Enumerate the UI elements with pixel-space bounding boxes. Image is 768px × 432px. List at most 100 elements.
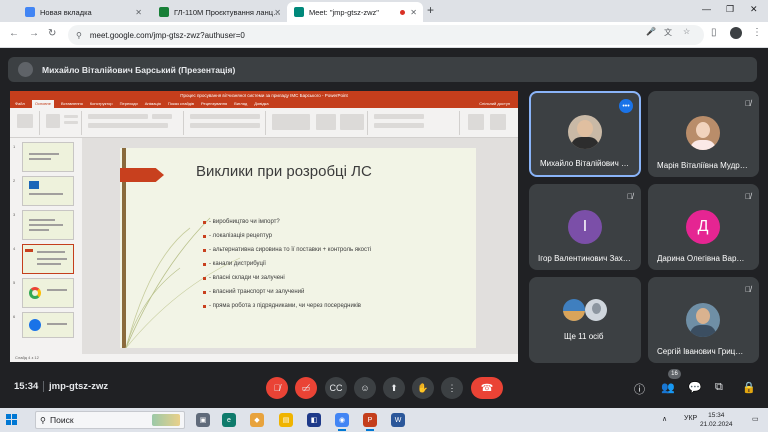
slide-thumbnails: 1 2 3 4 5 6 [10,138,82,354]
windows-start-icon[interactable] [6,414,17,425]
participant-avatar [585,299,607,321]
browser-tab-docs[interactable]: ГЛ-110М Проєктування ланц… ✕ [152,2,287,22]
url-text: meet.google.com/jmp-gtsz-zwz?authuser=0 [89,30,245,40]
thumb-tag [25,249,33,252]
camera-off-icon[interactable]: ▭̸ [295,377,317,399]
chrome-icon[interactable]: ◉ [335,413,349,431]
translate-icon[interactable]: 文 [664,27,672,38]
store-icon[interactable]: ◧ [307,413,321,427]
slide-bullet: - власний транспорт чи залучений [203,289,304,295]
app-icon[interactable]: ◆ [250,413,264,427]
search-highlight-image [152,414,180,426]
profile-avatar[interactable] [730,27,742,39]
meeting-time: 15:34 [14,381,39,392]
participant-tile[interactable]: І 🎙̸ Ігор Валентинович Зах… [529,184,641,270]
bullet-text: - альтернативна сировина то її поставки … [209,247,372,253]
chart-mark [29,319,41,331]
shared-screen: Процес просування вітчизняної системи за… [10,91,518,362]
host-controls-icon[interactable]: 🔒 [742,381,756,394]
thumb-line [37,251,65,253]
forward-icon[interactable]: → [29,28,39,39]
back-icon[interactable]: ← [9,28,19,39]
slide-thumbnail[interactable] [22,312,74,338]
clock-date: 21.02.2024 [700,421,733,428]
close-window-icon[interactable]: ✕ [750,4,758,15]
others-tile[interactable]: Ще 11 осіб [529,277,641,363]
activities-icon[interactable]: ⧉ [715,381,723,394]
quick-styles-icon [340,114,364,130]
browser-tab-new[interactable]: Новая вкладка ✕ [18,2,148,22]
raise-hand-icon[interactable]: ✋ [412,377,434,399]
tab-title: Новая вкладка [40,7,92,17]
slide-thumbnail[interactable] [22,176,74,206]
word-icon[interactable]: W [391,413,405,427]
more-vert-icon[interactable]: ••• [619,99,633,113]
side-panel-icon[interactable]: ▯ [711,27,717,38]
leave-call-button[interactable]: ☎ [471,377,503,399]
thumb-line [47,289,67,291]
participant-tile[interactable]: Д 🎙̸ Дарина Олегівна Вар… [648,184,759,270]
info-icon[interactable]: ⓘ [634,381,645,397]
participant-tile[interactable]: 🎙̸ Марія Віталіївна Мудр… [648,91,759,177]
edge-icon[interactable]: e [222,413,236,427]
slide-bullet: - власні склади чи залучені [203,275,285,281]
minimize-icon[interactable]: — [702,4,711,14]
ribbon-tab: Файл [15,101,25,106]
more-icon[interactable]: ⋮ [441,377,463,399]
bookmark-star-icon[interactable]: ☆ [683,27,690,36]
people-icon[interactable]: 👥 [661,381,675,394]
sheets-icon [159,7,169,17]
font-size-box [152,114,172,119]
file-explorer-icon[interactable]: ▤ [279,413,293,427]
taskbar-search-box[interactable]: ⚲ Поиск [35,411,185,429]
ribbon-group-slides [42,111,82,135]
slide-thumbnail[interactable] [22,210,74,240]
close-icon[interactable]: ✕ [135,8,142,17]
participant-tile[interactable]: ••• Михайло Віталійович … [529,91,641,177]
new-tab-icon[interactable]: + [427,3,434,17]
slide-thumbnail[interactable] [22,142,74,172]
bullet-text: - власний транспорт чи залучений [209,289,305,295]
thumb-line [37,258,67,260]
participant-tile[interactable]: 🎙̸ Сергій Іванович Гриц… [648,277,759,363]
windows-taskbar: ⚲ Поиск ▣ e ◆ ▤ ◧ ◉ P W ∧ УКР 15:34 21.0… [0,408,768,432]
taskbar-clock[interactable]: 15:34 21.02.2024 [700,411,733,429]
presenter-label: Михайло Віталійович Барський (Презентаці… [42,64,236,75]
mic-off-icon: 🎙̸ [745,285,751,294]
ribbon-group-editing [370,111,460,135]
microphone-icon[interactable]: 🎤 [646,27,656,36]
address-bar[interactable]: ⚲ meet.google.com/jmp-gtsz-zwz?authuser=… [68,25,704,45]
mic-off-icon[interactable]: 🎙̸ [266,377,288,399]
chevron-up-icon[interactable]: ∧ [662,415,667,423]
close-icon[interactable]: ✕ [410,8,417,17]
ribbon-group-drawing [268,111,368,135]
present-icon[interactable]: ⬆ [383,377,405,399]
bullet-text: - локалізація рецептур [209,233,272,239]
notifications-icon[interactable]: ▭ [752,415,759,423]
slide-thumbnail-selected[interactable] [22,244,74,274]
menu-dots-icon[interactable]: ⋮ [752,27,762,38]
face-shape [696,122,710,138]
participant-avatar: Д [686,210,720,244]
reload-icon[interactable]: ↻ [48,28,56,39]
keyboard-language[interactable]: УКР [684,415,697,422]
slide-thumbnail[interactable] [22,278,74,308]
site-info-icon[interactable]: ⚲ [76,31,82,40]
emoji-icon[interactable]: ☺ [354,377,376,399]
powerpoint-icon[interactable]: P [363,413,377,431]
presenter-bar: Михайло Віталійович Барський (Презентаці… [8,57,757,82]
chat-icon[interactable]: 💬 [688,381,702,394]
captions-icon[interactable]: CC [325,377,347,399]
presenter-avatar [18,62,33,77]
restore-icon[interactable]: ❐ [726,4,734,15]
tile [6,420,11,425]
align-buttons [190,123,260,128]
participant-avatar [686,116,720,150]
bullet-text: - пряма робота з підрядниками, чи через … [209,303,361,309]
ribbon-tab: Основне [31,100,54,108]
browser-tab-meet[interactable]: Meet: "jmp-gtsz-zwz" ✕ [287,2,423,22]
logo-mark [29,181,39,189]
task-view-icon[interactable]: ▣ [196,413,210,427]
close-icon[interactable]: ✕ [274,8,281,17]
mic-off-icon: 🎙̸ [745,192,751,201]
